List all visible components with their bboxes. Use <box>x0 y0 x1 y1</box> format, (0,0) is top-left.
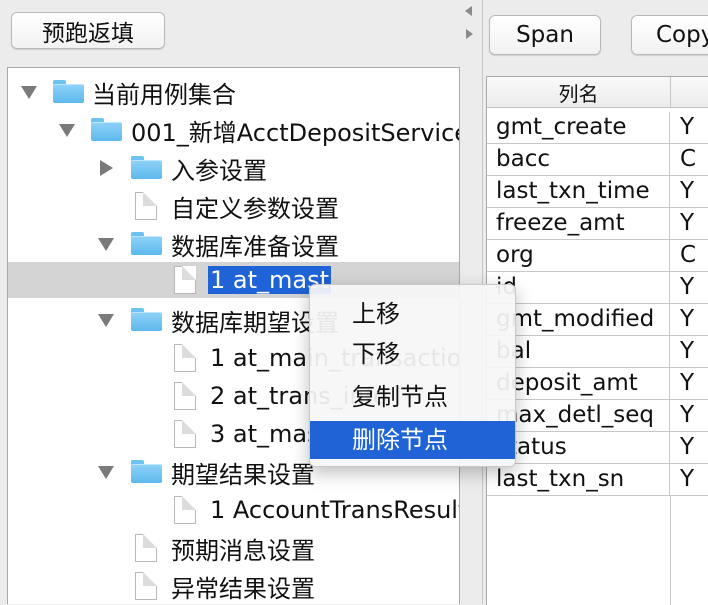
span-button[interactable]: Span <box>489 15 601 55</box>
flag-cell: Y <box>680 114 695 140</box>
flag-cell: Y <box>680 178 695 204</box>
folder-icon <box>91 118 122 141</box>
menu-item-copy-node[interactable]: 复制节点 <box>310 378 515 416</box>
expand-arrow-icon[interactable] <box>21 86 37 99</box>
tree-node-label: 当前用例集合 <box>92 80 236 109</box>
table-row[interactable]: max_detl_seq Y <box>487 400 708 432</box>
column-table: 列名 gmt_create Y bacc C last_txn_time Y f… <box>486 76 708 605</box>
expand-arrow-icon[interactable] <box>98 314 114 327</box>
table-row[interactable]: freeze_amt Y <box>487 208 708 240</box>
flag-cell: Y <box>680 274 695 300</box>
table-row[interactable]: gmt_create Y <box>487 112 708 144</box>
tree-node-label: 预期消息设置 <box>171 536 315 565</box>
folder-icon <box>131 460 162 483</box>
table-row[interactable]: bal Y <box>487 336 708 368</box>
column-header-flag[interactable] <box>671 77 708 108</box>
expand-arrow-icon[interactable] <box>59 124 75 137</box>
column-name-cell: bacc <box>487 144 670 175</box>
tree-node-params[interactable]: 入参设置 <box>8 150 459 186</box>
tree-node-case[interactable]: 001_新增AcctDepositService <box>8 112 459 148</box>
prerun-backfill-label: 预跑返填 <box>42 20 134 47</box>
flag-cell: C <box>680 242 697 268</box>
table-row[interactable]: deposit_amt Y <box>487 368 708 400</box>
table-row[interactable]: org C <box>487 240 708 272</box>
file-icon <box>135 534 157 562</box>
tree-node-label: 自定义参数设置 <box>171 194 339 223</box>
flag-cell: Y <box>680 434 695 460</box>
tree-node-label: 入参设置 <box>171 156 267 185</box>
tree-node-label: 异常结果设置 <box>171 574 315 603</box>
table-row[interactable]: gmt_modified Y <box>487 304 708 336</box>
column-divider <box>670 496 671 605</box>
table-row[interactable]: bacc C <box>487 144 708 176</box>
prerun-backfill-button[interactable]: 预跑返填 <box>11 12 165 49</box>
flag-cell: Y <box>680 466 695 492</box>
column-name-cell: last_txn_time <box>487 176 670 207</box>
tree-node-label: 001_新增AcctDepositService <box>131 118 460 147</box>
tree-node-label: 期望结果设置 <box>171 460 315 489</box>
expand-right-icon[interactable] <box>466 29 473 39</box>
column-name-cell: freeze_amt <box>487 208 670 239</box>
flag-cell: Y <box>680 338 695 364</box>
collapse-left-icon[interactable] <box>465 6 472 16</box>
folder-icon <box>131 308 162 331</box>
copy-button-label: Copy <box>656 22 708 48</box>
file-icon <box>135 572 157 600</box>
flag-cell: C <box>680 146 697 172</box>
tree-node-label: 数据库准备设置 <box>171 232 339 261</box>
column-name-cell: last_txn_sn <box>487 464 670 495</box>
expand-arrow-icon[interactable] <box>98 466 114 479</box>
tree-node-label: 1 AccountTransResult <box>210 496 460 524</box>
collapse-arrow-icon[interactable] <box>100 160 113 176</box>
menu-item-move-down[interactable]: 下移 <box>310 335 515 373</box>
tree-node-exception-result[interactable]: 异常结果设置 <box>8 568 459 604</box>
expand-arrow-icon[interactable] <box>98 238 114 251</box>
file-icon <box>174 266 196 294</box>
flag-cell: Y <box>680 370 695 396</box>
file-icon <box>174 496 196 524</box>
table-row[interactable]: last_txn_sn Y <box>487 464 708 496</box>
menu-item-delete-node[interactable]: 删除节点 <box>310 421 515 459</box>
column-name-cell: gmt_create <box>487 112 670 143</box>
folder-icon <box>131 232 162 255</box>
folder-icon <box>131 156 162 179</box>
table-row[interactable]: status Y <box>487 432 708 464</box>
table-row[interactable]: id Y <box>487 272 708 304</box>
span-button-label: Span <box>516 22 574 48</box>
column-header-name[interactable]: 列名 <box>487 77 671 108</box>
column-name-cell: org <box>487 240 670 271</box>
flag-cell: Y <box>680 402 695 428</box>
context-menu: 上移 下移 复制节点 删除节点 <box>309 284 516 467</box>
table-row[interactable]: last_txn_time Y <box>487 176 708 208</box>
tree-node-root[interactable]: 当前用例集合 <box>8 74 459 110</box>
tree-node-custom-params[interactable]: 自定义参数设置 <box>8 188 459 224</box>
tree-node-result-expect-item[interactable]: 1 AccountTransResult <box>8 492 459 528</box>
copy-button[interactable]: Copy <box>631 15 708 55</box>
file-icon <box>135 192 157 220</box>
tree-node-db-prepare[interactable]: 数据库准备设置 <box>8 226 459 262</box>
file-icon <box>174 344 196 372</box>
flag-cell: Y <box>680 306 695 332</box>
menu-item-move-up[interactable]: 上移 <box>310 295 515 333</box>
flag-cell: Y <box>680 210 695 236</box>
folder-icon <box>53 80 84 103</box>
column-header-label: 列名 <box>558 81 599 106</box>
tree-node-msg-expect[interactable]: 预期消息设置 <box>8 530 459 566</box>
file-icon <box>174 382 196 410</box>
file-icon <box>174 420 196 448</box>
